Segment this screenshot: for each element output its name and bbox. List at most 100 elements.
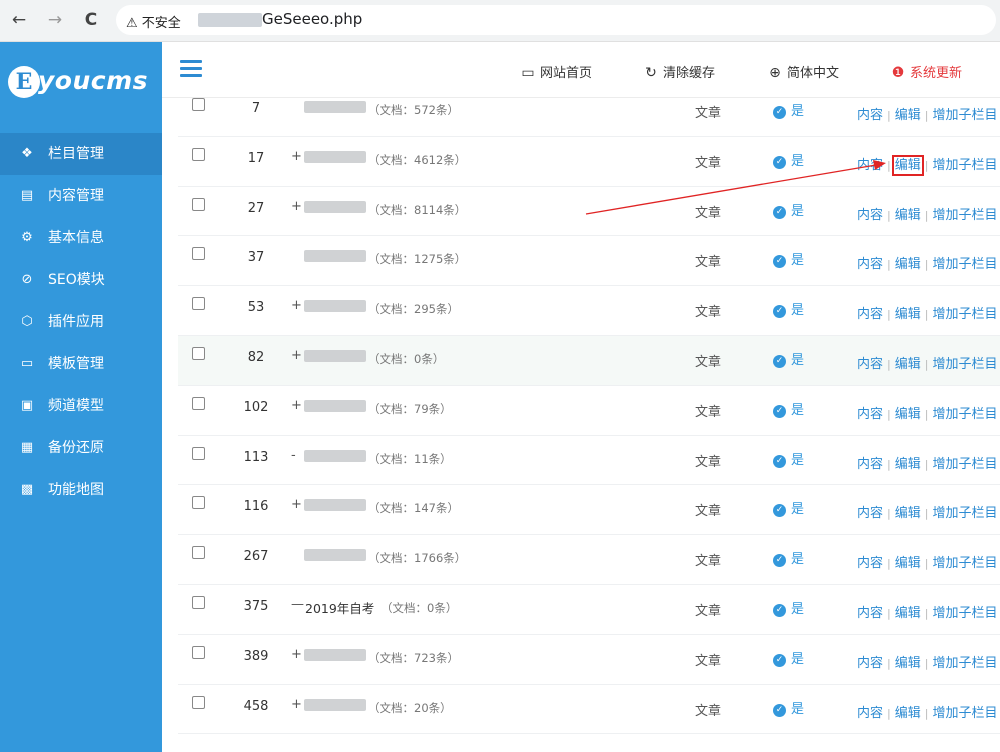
edit-link[interactable]: 编辑 bbox=[895, 556, 921, 571]
sidebar-item[interactable]: ❖ 栏目管理 bbox=[0, 133, 162, 175]
category-name-redacted[interactable] bbox=[304, 349, 366, 362]
edit-link[interactable]: 编辑 bbox=[895, 606, 921, 621]
tree-toggle[interactable]: - bbox=[291, 448, 296, 463]
tree-toggle[interactable]: + bbox=[291, 348, 302, 363]
sidebar-item[interactable]: ▦ 备份还原 bbox=[0, 427, 162, 469]
edit-link[interactable]: 编辑 bbox=[895, 706, 921, 721]
add-child-link[interactable]: 增加子栏目 bbox=[932, 108, 997, 123]
category-name-redacted[interactable] bbox=[304, 250, 366, 263]
edit-link[interactable]: 编辑 bbox=[891, 154, 924, 176]
visibility-status[interactable]: ✓ 是 bbox=[773, 698, 804, 717]
content-link[interactable]: 内容 bbox=[857, 407, 883, 422]
sidebar-item[interactable]: ⚙ 基本信息 bbox=[0, 217, 162, 259]
sidebar-item[interactable]: ▭ 模板管理 bbox=[0, 343, 162, 385]
content-link[interactable]: 内容 bbox=[857, 307, 883, 322]
visibility-status[interactable]: ✓ 是 bbox=[773, 200, 804, 219]
category-name-redacted[interactable] bbox=[304, 549, 366, 562]
system-update-link[interactable]: ❶ 系统更新 bbox=[890, 62, 962, 81]
category-name-redacted[interactable] bbox=[304, 150, 366, 163]
sidebar-item[interactable]: ⬡ 插件应用 bbox=[0, 301, 162, 343]
back-arrow-icon[interactable]: ← bbox=[8, 9, 30, 31]
tree-toggle[interactable]: + bbox=[291, 298, 302, 313]
add-child-link[interactable]: 增加子栏目 bbox=[932, 208, 997, 223]
category-name-redacted[interactable] bbox=[304, 399, 366, 412]
row-checkbox[interactable] bbox=[192, 247, 205, 261]
category-name[interactable]: 2019年自考 bbox=[305, 598, 374, 617]
clear-cache-link[interactable]: ↻ 清除缓存 bbox=[643, 62, 715, 81]
visibility-status[interactable]: ✓ 是 bbox=[773, 598, 804, 617]
visibility-status[interactable]: ✓ 是 bbox=[773, 349, 804, 368]
add-child-link[interactable]: 增加子栏目 bbox=[932, 257, 997, 272]
add-child-link[interactable]: 增加子栏目 bbox=[932, 606, 997, 621]
content-link[interactable]: 内容 bbox=[857, 257, 883, 272]
row-checkbox[interactable] bbox=[192, 197, 205, 211]
security-warning[interactable]: ⚠ 不安全 bbox=[126, 12, 181, 31]
row-checkbox[interactable] bbox=[192, 546, 205, 560]
add-child-link[interactable]: 增加子栏目 bbox=[932, 656, 997, 671]
category-name-redacted[interactable] bbox=[304, 101, 366, 113]
edit-link[interactable]: 编辑 bbox=[895, 656, 921, 671]
address-bar[interactable]: ⚠ 不安全 GeSeeeo.php bbox=[116, 5, 996, 35]
tree-toggle[interactable]: + bbox=[291, 199, 302, 214]
sidebar-item[interactable]: ▣ 频道模型 bbox=[0, 385, 162, 427]
visibility-status[interactable]: ✓ 是 bbox=[773, 100, 804, 119]
content-link[interactable]: 内容 bbox=[857, 606, 883, 621]
content-link[interactable]: 内容 bbox=[857, 208, 883, 223]
visibility-status[interactable]: ✓ 是 bbox=[773, 249, 804, 269]
visibility-status[interactable]: ✓ 是 bbox=[773, 498, 804, 518]
add-child-link[interactable]: 增加子栏目 bbox=[932, 506, 997, 521]
category-name-redacted[interactable] bbox=[304, 300, 366, 313]
language-switch[interactable]: ⊕ 简体中文 bbox=[767, 62, 839, 81]
visibility-status[interactable]: ✓ 是 bbox=[773, 648, 804, 667]
sidebar-item[interactable]: ▩ 功能地图 bbox=[0, 469, 162, 511]
content-link[interactable]: 内容 bbox=[857, 506, 883, 521]
visibility-status[interactable]: ✓ 是 bbox=[773, 399, 804, 418]
tree-toggle[interactable]: + bbox=[291, 647, 302, 662]
content-link[interactable]: 内容 bbox=[857, 556, 883, 571]
row-checkbox[interactable] bbox=[192, 446, 205, 460]
row-checkbox[interactable] bbox=[192, 396, 205, 410]
row-checkbox[interactable] bbox=[192, 645, 205, 659]
edit-link[interactable]: 编辑 bbox=[895, 108, 921, 123]
sidebar-item[interactable]: ⊘ SEO模块 bbox=[0, 259, 162, 301]
edit-link[interactable]: 编辑 bbox=[895, 457, 921, 472]
edit-link[interactable]: 编辑 bbox=[895, 208, 921, 223]
visibility-status[interactable]: ✓ 是 bbox=[773, 449, 804, 468]
add-child-link[interactable]: 增加子栏目 bbox=[932, 357, 997, 372]
add-child-link[interactable]: 增加子栏目 bbox=[932, 158, 997, 173]
tree-toggle[interactable]: + bbox=[291, 149, 302, 164]
hamburger-menu-icon[interactable] bbox=[180, 60, 202, 78]
category-name-redacted[interactable] bbox=[304, 499, 366, 512]
row-checkbox[interactable] bbox=[192, 695, 205, 709]
category-name-redacted[interactable] bbox=[304, 200, 366, 213]
content-link[interactable]: 内容 bbox=[857, 656, 883, 671]
category-name-redacted[interactable] bbox=[304, 698, 366, 711]
edit-link[interactable]: 编辑 bbox=[895, 407, 921, 422]
content-link[interactable]: 内容 bbox=[857, 158, 883, 173]
category-name-redacted[interactable] bbox=[304, 648, 366, 661]
site-home-link[interactable]: ▭ 网站首页 bbox=[520, 62, 592, 81]
tree-toggle[interactable]: + bbox=[291, 697, 302, 712]
add-child-link[interactable]: 增加子栏目 bbox=[932, 556, 997, 571]
content-link[interactable]: 内容 bbox=[857, 706, 883, 721]
content-link[interactable]: 内容 bbox=[857, 357, 883, 372]
row-checkbox[interactable] bbox=[192, 595, 205, 609]
edit-link[interactable]: 编辑 bbox=[895, 506, 921, 521]
visibility-status[interactable]: ✓ 是 bbox=[773, 299, 804, 319]
row-checkbox[interactable] bbox=[192, 346, 205, 360]
visibility-status[interactable]: ✓ 是 bbox=[773, 150, 804, 169]
forward-arrow-icon[interactable]: → bbox=[44, 9, 66, 31]
reload-icon[interactable]: C bbox=[80, 9, 102, 31]
add-child-link[interactable]: 增加子栏目 bbox=[932, 457, 997, 472]
content-link[interactable]: 内容 bbox=[857, 108, 883, 123]
add-child-link[interactable]: 增加子栏目 bbox=[932, 307, 997, 322]
row-checkbox[interactable] bbox=[192, 297, 205, 311]
content-link[interactable]: 内容 bbox=[857, 457, 883, 472]
tree-toggle[interactable]: + bbox=[291, 398, 302, 413]
row-checkbox[interactable] bbox=[192, 98, 205, 111]
edit-link[interactable]: 编辑 bbox=[895, 257, 921, 272]
sidebar-item[interactable]: ▤ 内容管理 bbox=[0, 175, 162, 217]
row-checkbox[interactable] bbox=[192, 147, 205, 161]
edit-link[interactable]: 编辑 bbox=[895, 357, 921, 372]
row-checkbox[interactable] bbox=[192, 496, 205, 510]
